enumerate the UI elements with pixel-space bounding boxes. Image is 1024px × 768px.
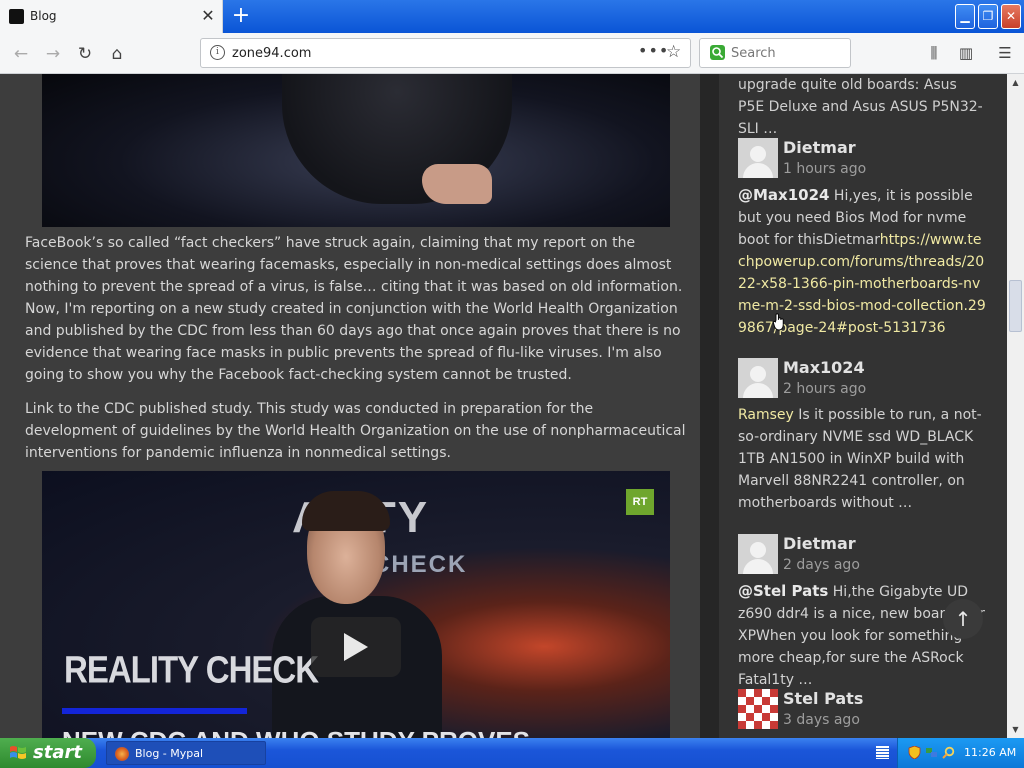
browser-tab[interactable]: Blog ✕ xyxy=(0,0,223,33)
comment-time: 2 days ago xyxy=(783,557,860,573)
bookmark-star-icon[interactable]: ☆ xyxy=(666,42,681,62)
comment-text: Ramsey Is it possible to run, a not-so-o… xyxy=(738,404,988,514)
play-icon xyxy=(344,633,368,661)
vertical-scrollbar[interactable]: ▲ ▼ xyxy=(1007,74,1024,738)
arrow-up-icon: ↑ xyxy=(954,607,972,631)
comment-fragment: upgrade quite old boards: Asus P5E Delux… xyxy=(738,77,983,137)
video-thumbnail-top[interactable] xyxy=(42,74,670,227)
video-title-underline xyxy=(62,708,247,714)
avatar xyxy=(738,689,778,729)
video-player[interactable]: ALITY CHECK RT REALITY CHECK NEW CDC AND… xyxy=(42,471,670,738)
library-icon[interactable]: ⫼ xyxy=(923,42,945,64)
rt-badge: RT xyxy=(626,489,654,515)
video-subtitle: NEW CDC AND WHO STUDY PROVES xyxy=(62,726,530,738)
reload-button[interactable]: ↻ xyxy=(72,41,98,67)
comment-author[interactable]: Stel Pats xyxy=(783,689,863,708)
search-icon xyxy=(710,45,725,60)
avatar xyxy=(738,534,778,574)
menu-icon[interactable]: ☰ xyxy=(994,42,1016,64)
taskbar-window-label: Blog - Mypal xyxy=(135,747,204,760)
security-shield-icon[interactable] xyxy=(908,746,921,759)
clock: 11:26 AM xyxy=(964,746,1017,759)
video-presenter xyxy=(272,491,442,738)
keyboard-icon[interactable] xyxy=(876,746,889,759)
presenter-hand xyxy=(422,164,492,204)
article-paragraph-1: FaceBook’s so called “fact checkers” hav… xyxy=(25,235,683,383)
page-content: FaceBook’s so called “fact checkers” hav… xyxy=(0,74,1007,738)
comment-author[interactable]: Dietmar xyxy=(783,534,856,553)
comment-time: 3 days ago xyxy=(783,712,860,728)
home-button[interactable]: ⌂ xyxy=(104,41,130,67)
windows-logo-icon xyxy=(10,746,26,759)
mouse-cursor-icon xyxy=(773,313,784,331)
scroll-down-icon[interactable]: ▼ xyxy=(1007,721,1024,738)
mypal-icon xyxy=(115,747,129,761)
search-tray-icon[interactable] xyxy=(942,746,955,759)
comment-mention[interactable]: @Max1024 xyxy=(738,186,829,204)
comment-text: @Stel Pats Hi,the Gigabyte UD z690 ddr4 … xyxy=(738,580,988,691)
avatar xyxy=(738,138,778,178)
url-bar[interactable]: i zone94.com ••• ☆ xyxy=(200,38,691,68)
article-column: FaceBook’s so called “fact checkers” hav… xyxy=(0,74,700,738)
back-button[interactable]: ← xyxy=(8,41,34,67)
article-paragraph-2: Link to the CDC published study. This st… xyxy=(25,401,686,461)
start-button[interactable]: start xyxy=(0,738,96,768)
presenter-hair xyxy=(302,491,390,531)
forward-button[interactable]: → xyxy=(40,41,66,67)
restore-button[interactable]: ❐ xyxy=(978,4,998,29)
taskbar: start Blog - Mypal 11:26 AM xyxy=(0,738,1024,768)
new-tab-button[interactable]: + xyxy=(230,4,252,28)
tab-close-icon[interactable]: ✕ xyxy=(200,7,216,25)
start-label: start xyxy=(33,742,82,763)
page-actions-icon[interactable]: ••• xyxy=(638,41,669,60)
favicon-icon xyxy=(9,9,24,24)
sidebar-toggle-icon[interactable]: ▥ xyxy=(955,42,977,64)
search-input[interactable]: Search xyxy=(699,38,851,68)
search-placeholder: Search xyxy=(731,46,776,61)
network-icon[interactable] xyxy=(925,746,938,759)
comment-time: 1 hours ago xyxy=(783,161,867,177)
url-text[interactable]: zone94.com xyxy=(232,46,311,61)
info-icon[interactable]: i xyxy=(210,45,225,60)
avatar xyxy=(738,358,778,398)
play-button[interactable] xyxy=(311,617,401,677)
navigation-toolbar: ← → ↻ ⌂ i zone94.com ••• ☆ Search ⫼ ▥ ☰ xyxy=(0,33,1024,74)
tab-title: Blog xyxy=(30,9,57,23)
taskbar-window-button[interactable]: Blog - Mypal xyxy=(106,741,266,765)
window-close-button[interactable]: ✕ xyxy=(1001,4,1021,29)
video-title: REALITY CHECK xyxy=(64,648,319,691)
title-bar: Blog ✕ + ▁ ❐ ✕ xyxy=(0,0,1024,33)
system-tray: 11:26 AM xyxy=(876,738,1024,768)
comment-author[interactable]: Max1024 xyxy=(783,358,865,377)
comment-mention[interactable]: @Stel Pats xyxy=(738,582,828,600)
back-to-top-button[interactable]: ↑ xyxy=(943,599,983,639)
scroll-up-icon[interactable]: ▲ xyxy=(1007,74,1024,91)
comment-author[interactable]: Dietmar xyxy=(783,138,856,157)
comment-mention[interactable]: Ramsey xyxy=(738,407,794,423)
comment-time: 2 hours ago xyxy=(783,381,867,397)
scrollbar-thumb[interactable] xyxy=(1009,280,1022,332)
minimize-button[interactable]: ▁ xyxy=(955,4,975,29)
